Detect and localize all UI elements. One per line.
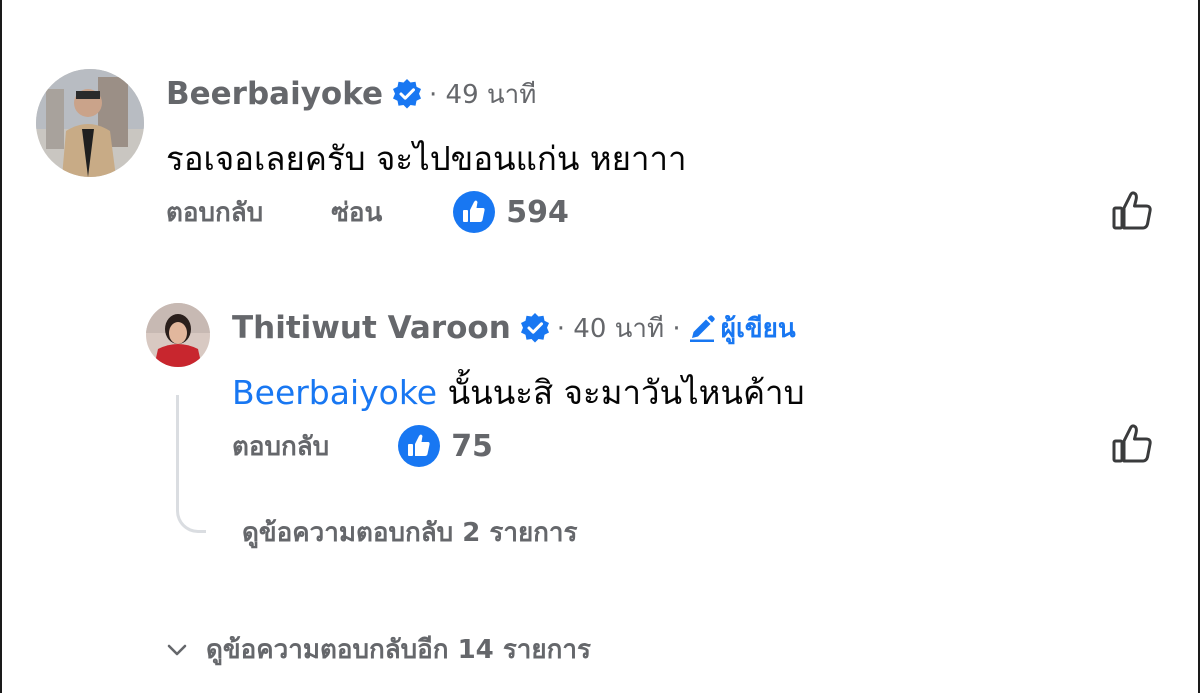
mention-link[interactable]: Beerbaiyoke bbox=[232, 373, 437, 412]
like-button[interactable] bbox=[1110, 421, 1156, 471]
verified-badge-icon bbox=[391, 78, 423, 110]
reply-actions: ตอบกลับ 75 bbox=[232, 424, 493, 468]
comment-text: รอเจอเลยครับ จะไปขอนแก่น หยาาา bbox=[166, 139, 687, 178]
view-more-replies-label: ดูข้อความตอบกลับอีก 14 รายการ bbox=[206, 635, 591, 665]
comment-header: Beerbaiyoke · 49 นาที bbox=[166, 74, 536, 114]
like-reaction-icon bbox=[452, 190, 496, 234]
thumbs-up-outline-icon bbox=[1112, 424, 1152, 463]
thread-connector bbox=[176, 395, 206, 533]
reply-header: Thitiwut Varoon · 40 นาที · ผู้เขียน bbox=[232, 308, 796, 348]
like-reaction-icon bbox=[397, 424, 441, 468]
chevron-down-icon bbox=[167, 644, 187, 655]
like-reaction[interactable]: 594 bbox=[452, 190, 569, 234]
reply-time[interactable]: · 40 นาที · bbox=[557, 308, 681, 349]
like-count: 75 bbox=[451, 428, 493, 464]
avatar[interactable] bbox=[36, 69, 144, 177]
reply-author-name[interactable]: Thitiwut Varoon bbox=[232, 310, 511, 346]
verified-badge-icon bbox=[519, 312, 551, 344]
reply-avatar[interactable] bbox=[146, 303, 210, 367]
author-name[interactable]: Beerbaiyoke bbox=[166, 76, 383, 112]
hide-button[interactable]: ซ่อน bbox=[331, 192, 382, 233]
view-replies-link[interactable]: ดูข้อความตอบกลับ 2 รายการ bbox=[242, 512, 578, 553]
view-more-replies-link[interactable]: ดูข้อความตอบกลับอีก 14 รายการ bbox=[166, 629, 591, 670]
frame-border-left bbox=[0, 0, 2, 693]
reply-button[interactable]: ตอบกลับ bbox=[166, 192, 263, 233]
reply-body: นั้นนะสิ จะมาวันไหนค้าบ bbox=[437, 373, 805, 412]
like-reaction[interactable]: 75 bbox=[397, 424, 493, 468]
pencil-icon bbox=[689, 315, 715, 342]
reply-text: Beerbaiyoke นั้นนะสิ จะมาวันไหนค้าบ bbox=[232, 366, 805, 419]
author-badge-label: ผู้เขียน bbox=[720, 313, 796, 344]
comment-time[interactable]: · 49 นาที bbox=[429, 74, 536, 115]
like-button[interactable] bbox=[1110, 188, 1156, 238]
author-badge: ผู้เขียน bbox=[687, 308, 796, 349]
reply-button[interactable]: ตอบกลับ bbox=[232, 426, 329, 467]
comment-actions: ตอบกลับ ซ่อน 594 bbox=[166, 190, 569, 234]
like-count: 594 bbox=[506, 194, 569, 230]
thumbs-up-outline-icon bbox=[1112, 191, 1152, 230]
